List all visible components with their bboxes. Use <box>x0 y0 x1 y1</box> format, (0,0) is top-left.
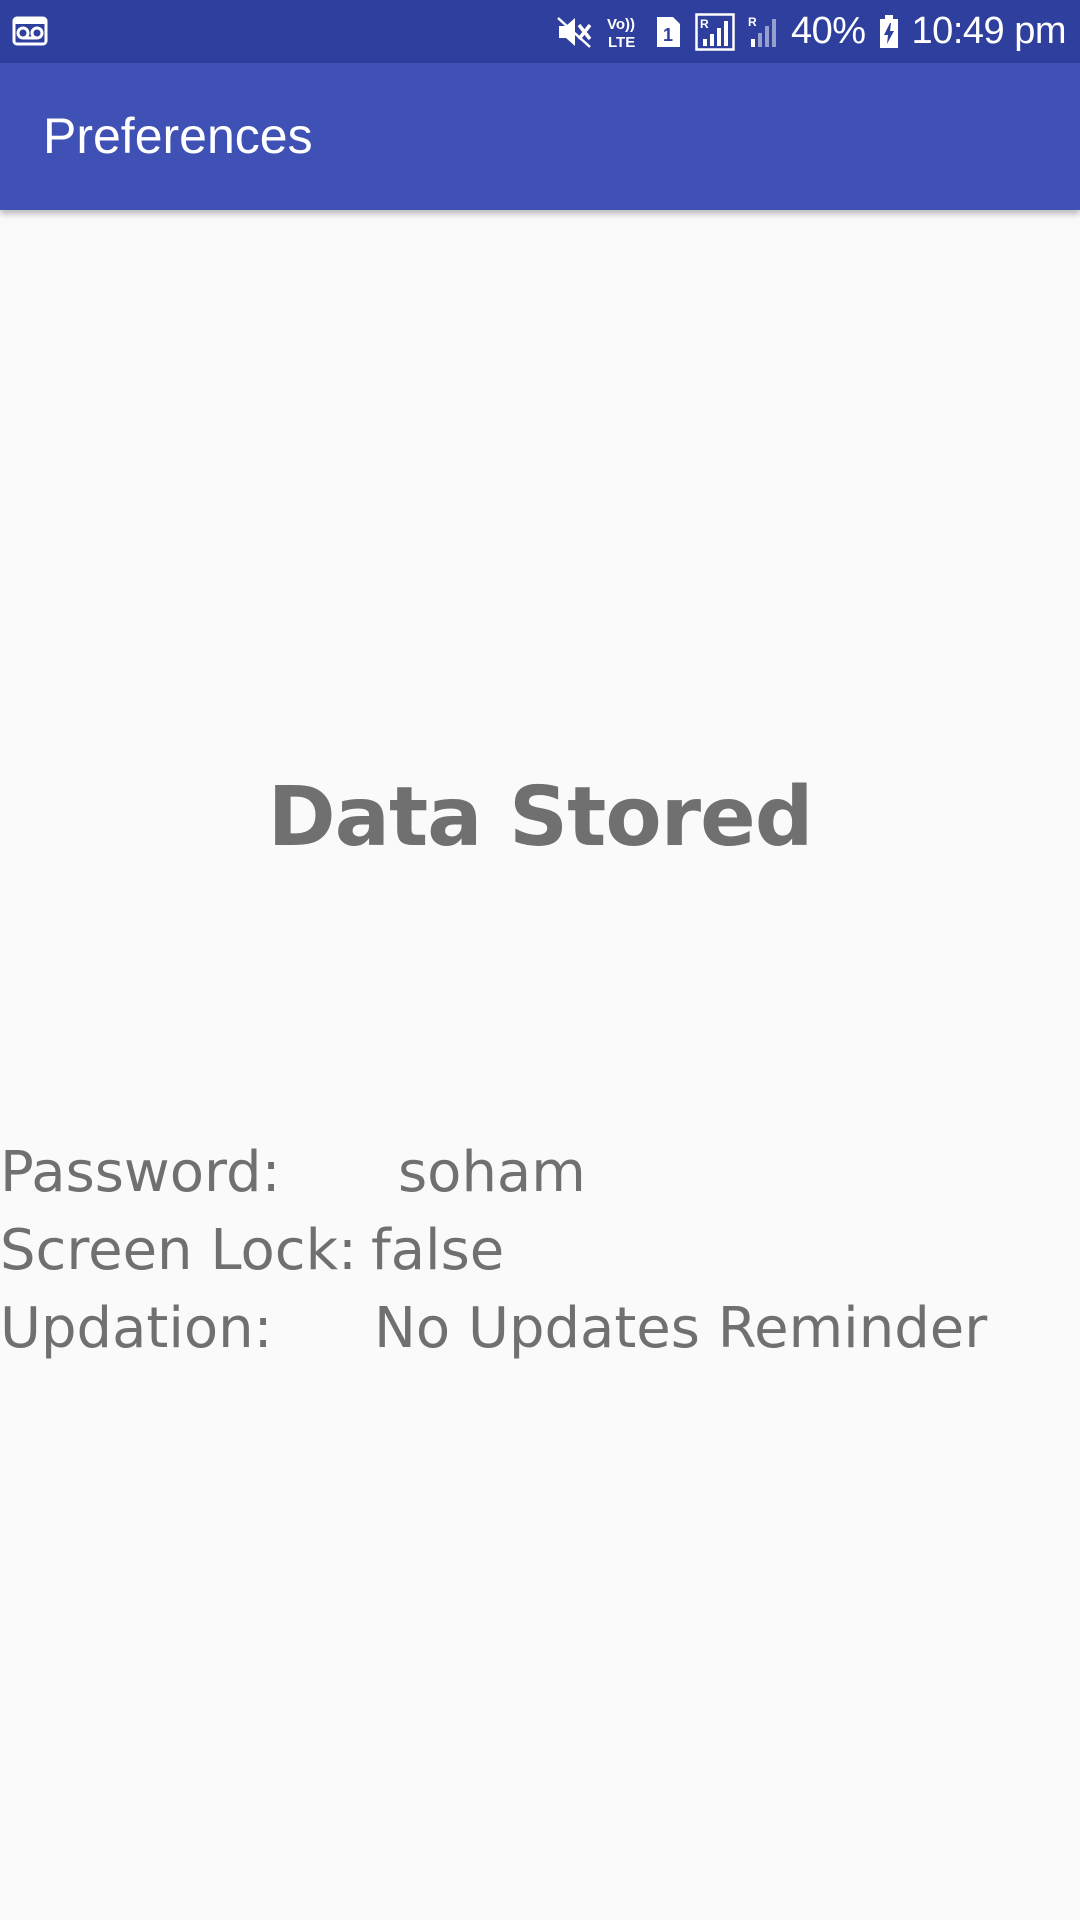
password-label: Password: <box>0 1140 281 1205</box>
updation-label: Updation: <box>0 1296 273 1361</box>
updation-value: No Updates Reminder <box>374 1296 988 1361</box>
svg-text:LTE: LTE <box>608 34 635 50</box>
password-value: soham <box>398 1140 586 1205</box>
status-time: 10:49 pm <box>911 10 1067 52</box>
mute-icon <box>555 15 593 49</box>
battery-charging-icon <box>878 14 900 50</box>
signal-roaming-icon: R <box>747 13 779 51</box>
updation-row: Updation: No Updates Reminder <box>0 1296 1080 1373</box>
battery-percent: 40% <box>790 10 866 52</box>
main-content: Data Stored Password: soham Screen Lock:… <box>0 210 1080 1920</box>
app-bar: Preferences <box>0 63 1080 210</box>
svg-text:1: 1 <box>663 25 673 45</box>
screen-lock-label: Screen Lock: <box>0 1218 357 1283</box>
svg-text:Vo)): Vo)) <box>607 16 635 33</box>
sim-1-icon: 1 <box>653 15 683 49</box>
screen-lock-value: false <box>371 1218 505 1283</box>
voicemail-icon <box>12 16 48 46</box>
svg-text:R: R <box>700 17 709 31</box>
svg-text:R: R <box>748 15 757 29</box>
password-row: Password: soham <box>0 1140 1080 1217</box>
signal-roaming-icon: R <box>695 12 735 51</box>
data-stored-heading: Data Stored <box>267 770 814 865</box>
screen-lock-row: Screen Lock: false <box>0 1218 1080 1295</box>
status-icons: Vo)) LTE 1 R R 40% 10:49 pm <box>555 0 1067 63</box>
status-bar: Vo)) LTE 1 R R 40% 10:49 pm <box>0 0 1080 63</box>
volte-icon: Vo)) LTE <box>605 14 641 50</box>
app-title: Preferences <box>43 108 313 164</box>
